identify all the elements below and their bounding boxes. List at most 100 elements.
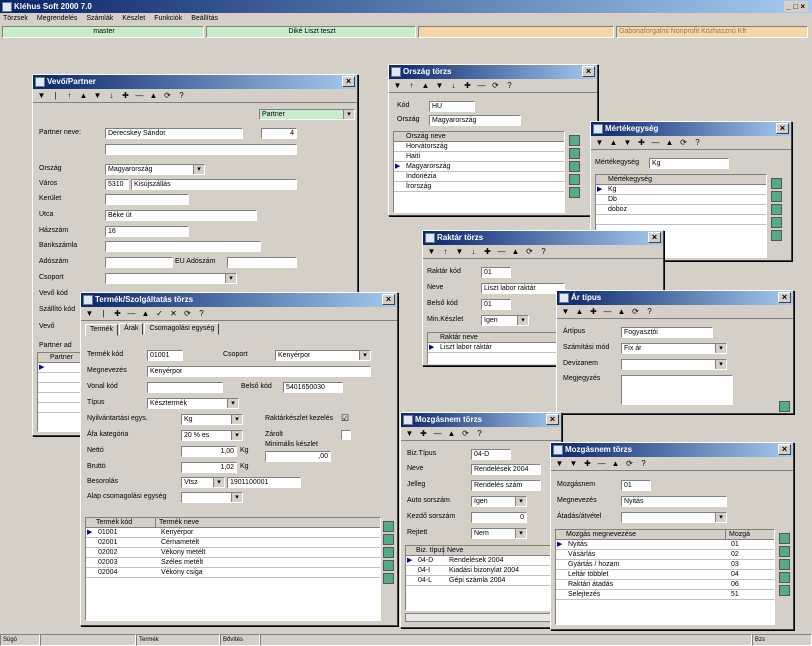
menu-item-funkciok[interactable]: Funkciók [154,13,182,24]
refresh-icon[interactable]: ⟳ [678,138,689,147]
partner-name-field[interactable]: Derecskey Sándor [105,128,243,139]
city-field[interactable]: Kisújszállás [131,179,297,190]
add-icon[interactable]: ✚ [462,81,473,90]
partner-name2-field[interactable] [105,144,297,155]
edit-icon[interactable]: ▲ [616,307,627,316]
list-item[interactable]: doboz [596,205,766,215]
edit-icon[interactable]: ▲ [446,429,457,438]
alap-select[interactable] [181,492,243,503]
raktar-neve-field[interactable]: Liszt labor raktár [481,283,565,294]
zip-field[interactable]: 5310 [105,179,129,190]
info-icon[interactable] [771,230,782,241]
table-row[interactable]: 01001 Kenyérpor [86,528,380,538]
list-item[interactable]: Magyarország [394,162,564,172]
atadas-select[interactable] [621,512,727,523]
help-icon[interactable]: ? [196,309,207,318]
help-icon[interactable]: ? [504,81,515,90]
bank-field[interactable] [105,241,261,252]
list-item[interactable]: Db [596,195,766,205]
jelleg-field[interactable]: Rendelés szám [471,480,541,491]
list-item[interactable]: Kg [596,185,766,195]
partner-type-select[interactable]: Partner [259,109,355,120]
tab-termek[interactable]: Termék [85,324,118,336]
filter-icon[interactable]: ▼ [560,307,571,316]
filter-icon[interactable]: ▼ [426,247,437,256]
table-row[interactable] [38,363,82,373]
delete-icon[interactable]: — [596,459,607,468]
calc-icon[interactable] [569,174,580,185]
table-row[interactable]: Leltár többlet 04 [556,570,774,580]
print-icon[interactable] [383,534,394,545]
filter-icon[interactable]: ▼ [84,309,95,318]
first-icon[interactable]: ↑ [440,247,451,256]
info-icon[interactable] [779,585,790,596]
csoport-select[interactable]: Kenyérpor [275,350,371,361]
kezdo-field[interactable]: 0 [471,512,527,523]
add-icon[interactable]: ✚ [112,309,123,318]
street-field[interactable]: Béke út [105,210,257,221]
filter-icon[interactable]: ▼ [404,429,415,438]
deviza-select[interactable] [621,359,727,370]
edit-icon[interactable]: ▲ [610,459,621,468]
prev-icon[interactable]: ▲ [574,307,585,316]
close-icon[interactable]: × [582,66,595,77]
artipus-field[interactable]: Fogyasztói [621,327,713,338]
edit-icon[interactable]: ▲ [510,247,521,256]
delete-icon[interactable]: — [476,81,487,90]
search-icon[interactable] [383,547,394,558]
help-icon[interactable]: ? [692,138,703,147]
filter-icon[interactable]: ▼ [594,138,605,147]
table-row[interactable]: 04-I Kiadási bizonylat 2004 [406,566,554,576]
close-icon[interactable]: × [778,444,791,455]
next-icon[interactable]: ▼ [622,138,633,147]
delete-icon[interactable]: — [602,307,613,316]
group-select[interactable] [105,273,237,284]
afa-select[interactable]: 20 % es [181,430,243,441]
tipus-select[interactable]: Késztermék [147,398,239,409]
refresh-icon[interactable]: ⟳ [624,459,635,468]
mertek-field[interactable]: Kg [649,158,729,169]
raktar-belso-field[interactable]: 01 [481,299,511,310]
table-row[interactable]: Nyitás 01 [556,540,774,550]
tab-arak[interactable]: Árak [118,323,144,335]
orszag-grid[interactable]: Ország neve Horvátország Haiti Magyarors… [393,131,565,213]
help-icon[interactable]: ? [538,247,549,256]
add-icon[interactable]: ✚ [482,247,493,256]
help-icon[interactable]: ? [638,459,649,468]
refresh-icon[interactable]: ⟳ [630,307,641,316]
info-icon[interactable] [569,187,580,198]
district-field[interactable] [105,194,189,205]
refresh-icon[interactable]: ⟳ [460,429,471,438]
menu-item-keszlet[interactable]: Készlet [122,13,145,24]
raktar-min-select[interactable]: Igen [481,315,529,326]
table-row[interactable] [38,373,82,383]
add-icon[interactable]: ✚ [582,459,593,468]
delete-icon[interactable]: — [496,247,507,256]
menu-item-beallitas[interactable]: Beállítás [191,13,218,24]
zarolt-checkbox[interactable] [341,430,351,440]
export-icon[interactable] [569,135,580,146]
calc-icon[interactable] [771,217,782,228]
termek-kod-field[interactable]: 01001 [147,350,183,361]
edit-icon[interactable]: ▲ [140,309,151,318]
next-icon[interactable]: ▼ [434,81,445,90]
prev-icon[interactable]: ▲ [420,81,431,90]
add-icon[interactable]: ✚ [636,138,647,147]
ok-icon[interactable]: ✓ [154,309,165,318]
export-icon[interactable] [779,533,790,544]
mozgasnem-field[interactable]: 01 [621,480,651,491]
brutto-field[interactable]: 1,02 [181,462,237,473]
menu-item-torzsek[interactable]: Törzsek [3,13,28,24]
print-icon[interactable] [771,191,782,202]
taxno-field[interactable] [105,257,173,268]
search-icon[interactable] [569,161,580,172]
vonal-field[interactable] [147,382,223,393]
print-icon[interactable] [779,546,790,557]
megnevezes-field[interactable]: Nyitás [621,496,727,507]
list-item[interactable]: Horvátország [394,142,564,152]
besorolas-select[interactable]: Vtsz [181,477,225,488]
next-icon[interactable]: ▼ [568,459,579,468]
export-icon[interactable] [383,521,394,532]
refresh-icon[interactable]: ⟳ [490,81,501,90]
eu-taxno-field[interactable] [227,257,297,268]
